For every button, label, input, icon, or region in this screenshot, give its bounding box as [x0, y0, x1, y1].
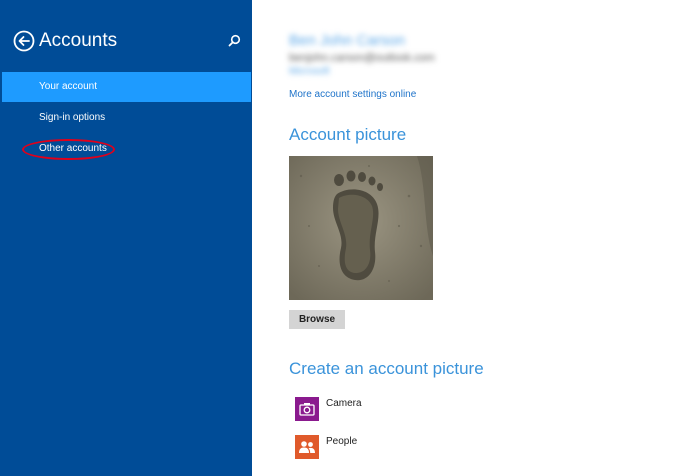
sidebar-title: Accounts — [39, 30, 118, 51]
more-account-settings-link[interactable]: More account settings online — [289, 89, 416, 100]
main-content: Ben John Carson benjohn.carson@outlook.c… — [252, 0, 691, 476]
people-tile[interactable] — [295, 435, 319, 459]
back-arrow-icon[interactable] — [13, 30, 35, 52]
camera-tile[interactable] — [295, 397, 319, 421]
sidebar-item-sign-in-options[interactable]: Sign-in options — [2, 103, 251, 133]
account-type: Microsoft — [289, 66, 330, 77]
sidebar-item-your-account[interactable]: Your account — [2, 72, 251, 102]
camera-icon — [299, 403, 315, 416]
create-account-picture-heading: Create an account picture — [289, 359, 484, 378]
sidebar-item-other-accounts[interactable]: Other accounts — [2, 134, 251, 164]
browse-button[interactable]: Browse — [289, 310, 345, 329]
camera-label[interactable]: Camera — [326, 398, 362, 409]
account-picture-image — [289, 156, 433, 300]
account-name: Ben John Carson — [289, 32, 405, 49]
sidebar: Accounts Your account Sign-in options Ot… — [0, 0, 252, 476]
account-picture-heading: Account picture — [289, 125, 407, 144]
people-label[interactable]: People — [326, 436, 357, 447]
people-icon — [299, 441, 315, 453]
search-icon[interactable] — [228, 34, 241, 47]
account-email: benjohn.carson@outlook.com — [289, 52, 435, 64]
